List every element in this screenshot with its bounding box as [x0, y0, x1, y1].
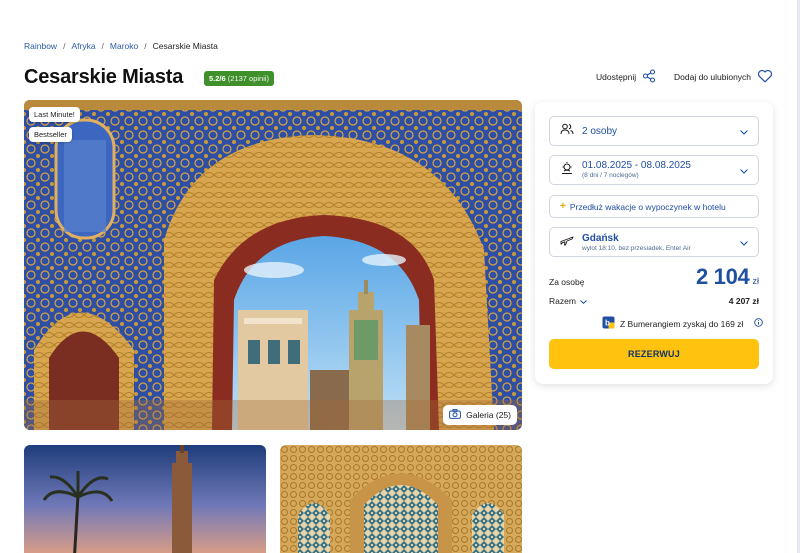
total-toggle[interactable]: Razem	[549, 296, 587, 306]
reserve-button[interactable]: REZERWUJ	[549, 339, 759, 369]
dates-value: 01.08.2025 - 08.08.2025	[582, 160, 691, 171]
flight-city: Gdańsk	[582, 233, 619, 244]
page: Rainbow / Afryka / Maroko / Cesarskie Mi…	[0, 0, 800, 553]
hero-image[interactable]: Last Minute! Bestseller Galeria (25)	[24, 100, 522, 430]
persons-select[interactable]: 2 osoby	[549, 116, 759, 146]
breadcrumb: Rainbow / Afryka / Maroko / Cesarskie Mi…	[24, 41, 218, 51]
total-price: 4 207 zł	[728, 296, 759, 306]
add-to-favorites-button[interactable]: Dodaj do ulubionych	[674, 69, 773, 85]
chevron-down-icon	[740, 122, 748, 140]
rating-count: (2137 opinii)	[227, 74, 270, 83]
badge-bestseller: Bestseller	[29, 127, 72, 142]
breadcrumb-link-afryka[interactable]: Afryka	[71, 41, 95, 51]
gallery-label: Galeria (25)	[466, 410, 511, 420]
breadcrumb-link-rainbow[interactable]: Rainbow	[24, 41, 57, 51]
heart-icon	[757, 69, 773, 85]
chevron-down-icon	[580, 296, 587, 306]
plus-icon: +	[560, 201, 566, 212]
boomerang-icon: b	[602, 316, 615, 331]
booking-card: 2 osoby 01.08.2025 - 08.08.2025 (8 dni /…	[535, 102, 773, 384]
svg-text:b: b	[605, 319, 610, 328]
share-button[interactable]: Udostępnij	[596, 69, 656, 85]
badge-last-minute: Last Minute!	[29, 107, 80, 122]
boomerang-promo: b Z Bumerangiem zyskaj do 169 zł	[602, 316, 764, 331]
chevron-down-icon	[740, 161, 748, 179]
boomerang-text: Z Bumerangiem zyskaj do 169 zł	[620, 318, 744, 329]
price-amount: 2 104	[695, 264, 750, 289]
extend-label: Przedłuż wakacje o wypoczynek w hotelu	[569, 201, 726, 212]
extend-stay-button[interactable]: + Przedłuż wakacje o wypoczynek w hotelu	[549, 195, 759, 218]
share-label: Udostępnij	[596, 72, 637, 82]
persons-value: 2 osoby	[582, 126, 618, 137]
rating-score: 5.2/6	[209, 74, 226, 83]
price-per-person-label: Za osobę	[549, 277, 585, 287]
share-icon	[642, 69, 656, 85]
dates-text: 01.08.2025 - 08.08.2025 (8 dni / 7 nocle…	[582, 160, 691, 179]
flight-text: Gdańsk wylot 18:10, bez przesiadek, Ente…	[582, 233, 691, 252]
breadcrumb-separator: /	[101, 41, 104, 51]
total-label-text: Razem	[549, 296, 576, 306]
thumbnail-mosaic-door[interactable]	[280, 445, 522, 553]
info-icon[interactable]	[754, 318, 764, 329]
flight-details: wylot 18:10, bez przesiadek, Enter Air	[582, 245, 691, 252]
breadcrumb-link-maroko[interactable]: Maroko	[110, 41, 138, 51]
dates-select[interactable]: 01.08.2025 - 08.08.2025 (8 dni / 7 nocle…	[549, 155, 759, 185]
breadcrumb-separator: /	[144, 41, 147, 51]
gate-photo	[24, 100, 522, 430]
dates-duration: (8 dni / 7 noclegów)	[582, 172, 639, 179]
chevron-down-icon	[740, 233, 748, 251]
gallery-button[interactable]: Galeria (25)	[443, 405, 517, 425]
mosaic-door-photo	[280, 445, 522, 553]
plane-icon	[560, 233, 574, 252]
camera-icon	[449, 409, 462, 421]
breadcrumb-current: Cesarskie Miasta	[152, 41, 218, 51]
calendar-sun-icon	[560, 161, 574, 180]
people-icon	[560, 122, 574, 141]
thumbnail-koutoubia[interactable]	[24, 445, 266, 553]
rating-badge[interactable]: 5.2/6 (2137 opinii)	[204, 71, 275, 86]
page-title: Cesarskie Miasta	[24, 66, 184, 88]
flight-select[interactable]: Gdańsk wylot 18:10, bez przesiadek, Ente…	[549, 227, 759, 257]
price-per-person: 2 104 zł	[696, 264, 759, 290]
breadcrumb-separator: /	[63, 41, 66, 51]
favorites-label: Dodaj do ulubionych	[674, 72, 752, 82]
sunset-minaret-photo	[24, 445, 266, 553]
price-currency: zł	[752, 276, 760, 286]
